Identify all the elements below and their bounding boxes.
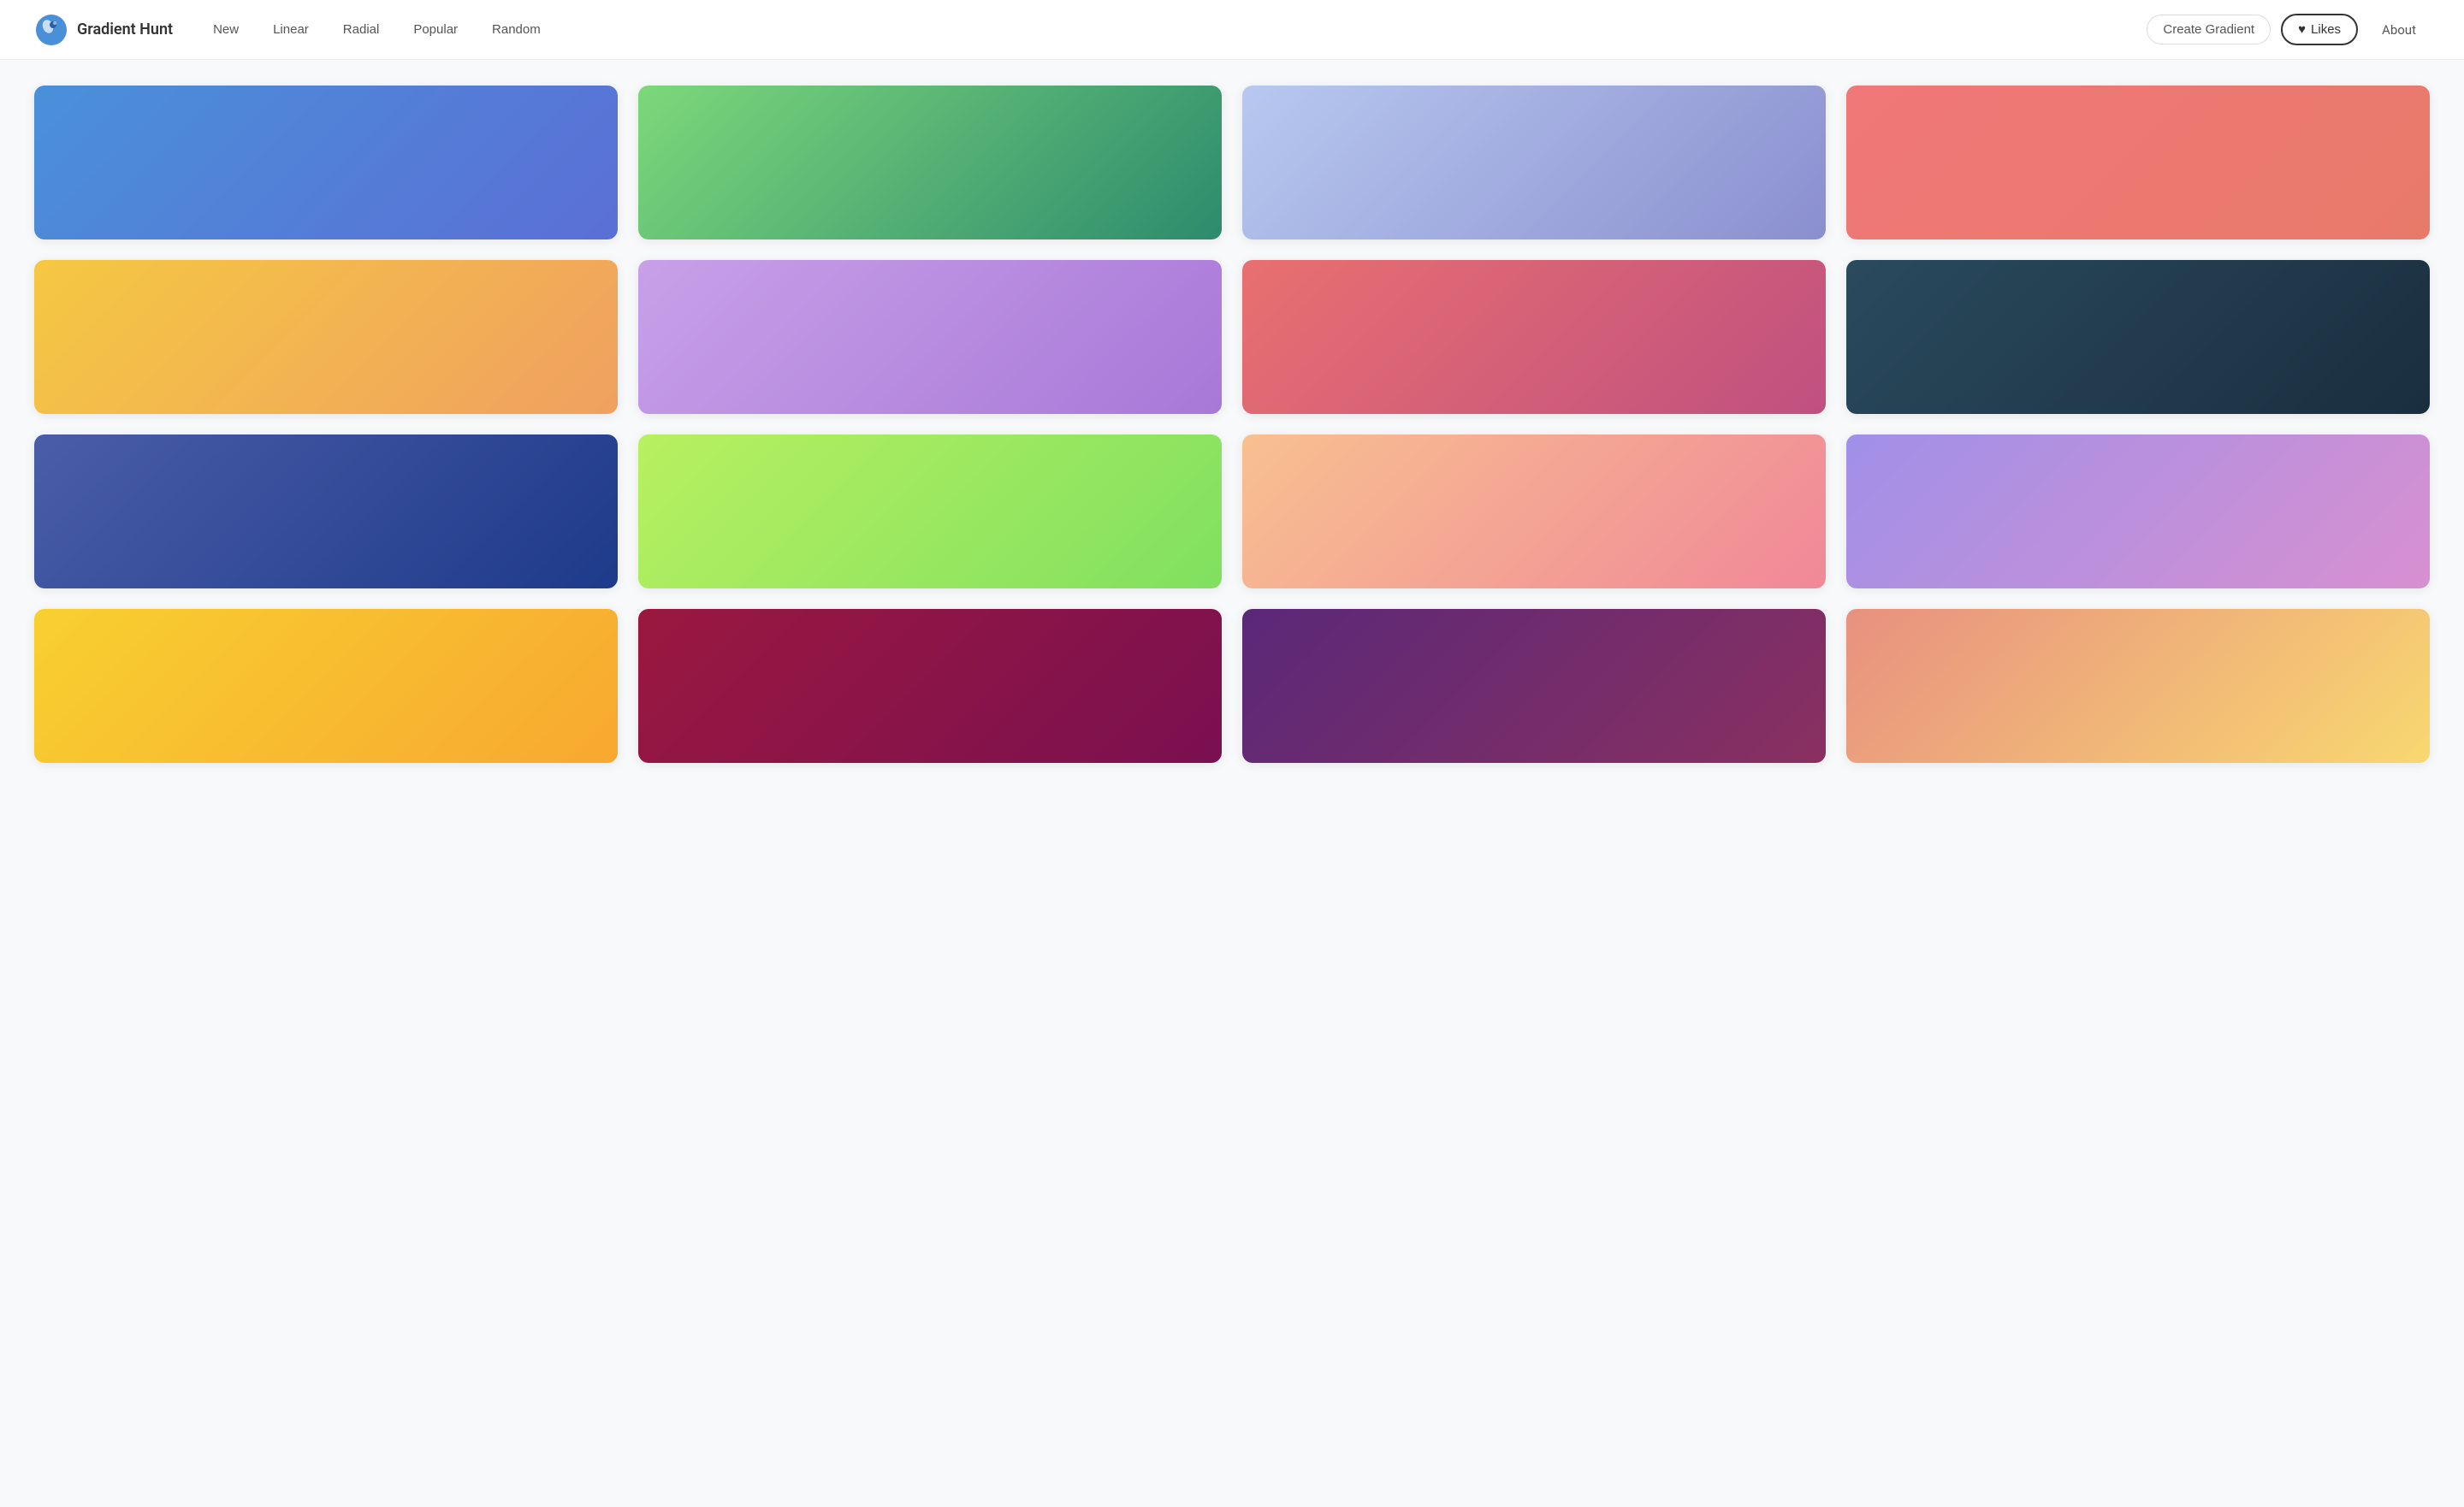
- gradient-preview: [638, 609, 1222, 763]
- logo[interactable]: Gradient Hunt: [34, 13, 173, 47]
- gradient-card[interactable]: [34, 434, 618, 588]
- nav-random[interactable]: Random: [477, 16, 555, 43]
- gradient-preview: [1846, 609, 2430, 763]
- about-link[interactable]: About: [2368, 17, 2430, 43]
- gradient-card[interactable]: [638, 260, 1222, 414]
- gradient-preview: [638, 434, 1222, 588]
- gradient-card[interactable]: [1846, 434, 2430, 588]
- likes-label: Likes: [2311, 22, 2341, 37]
- gradient-preview: [34, 434, 618, 588]
- gradient-card[interactable]: [1242, 86, 1826, 239]
- main-header: Gradient Hunt New Linear Radial Popular …: [0, 0, 2464, 60]
- gradient-card[interactable]: [638, 434, 1222, 588]
- gradient-preview: [1242, 260, 1826, 414]
- gradient-preview: [1242, 434, 1826, 588]
- main-content: [0, 60, 2464, 789]
- gradient-preview: [1846, 86, 2430, 239]
- logo-text: Gradient Hunt: [77, 21, 173, 38]
- gradient-grid: [34, 86, 2430, 763]
- nav-radial[interactable]: Radial: [329, 16, 394, 43]
- gradient-card[interactable]: [638, 86, 1222, 239]
- gradient-card[interactable]: [1846, 86, 2430, 239]
- gradient-card[interactable]: [34, 86, 618, 239]
- main-nav: New Linear Radial Popular Random: [198, 16, 2147, 43]
- likes-button[interactable]: ♥ Likes: [2281, 14, 2358, 45]
- gradient-card[interactable]: [1242, 609, 1826, 763]
- nav-popular[interactable]: Popular: [399, 16, 472, 43]
- gradient-card[interactable]: [34, 260, 618, 414]
- gradient-card[interactable]: [1846, 609, 2430, 763]
- gradient-preview: [638, 86, 1222, 239]
- gradient-card[interactable]: [1242, 260, 1826, 414]
- logo-icon: [34, 13, 68, 47]
- gradient-preview: [34, 609, 618, 763]
- gradient-preview: [1846, 260, 2430, 414]
- gradient-preview: [1846, 434, 2430, 588]
- nav-linear[interactable]: Linear: [258, 16, 323, 43]
- create-gradient-button[interactable]: Create Gradient: [2147, 15, 2271, 44]
- gradient-card[interactable]: [638, 609, 1222, 763]
- header-actions: Create Gradient ♥ Likes About: [2147, 14, 2430, 45]
- nav-new[interactable]: New: [198, 16, 253, 43]
- gradient-preview: [638, 260, 1222, 414]
- gradient-preview: [1242, 86, 1826, 239]
- gradient-preview: [34, 260, 618, 414]
- gradient-preview: [34, 86, 618, 239]
- heart-icon: ♥: [2298, 22, 2306, 37]
- gradient-card[interactable]: [1846, 260, 2430, 414]
- gradient-preview: [1242, 609, 1826, 763]
- gradient-card[interactable]: [34, 609, 618, 763]
- gradient-card[interactable]: [1242, 434, 1826, 588]
